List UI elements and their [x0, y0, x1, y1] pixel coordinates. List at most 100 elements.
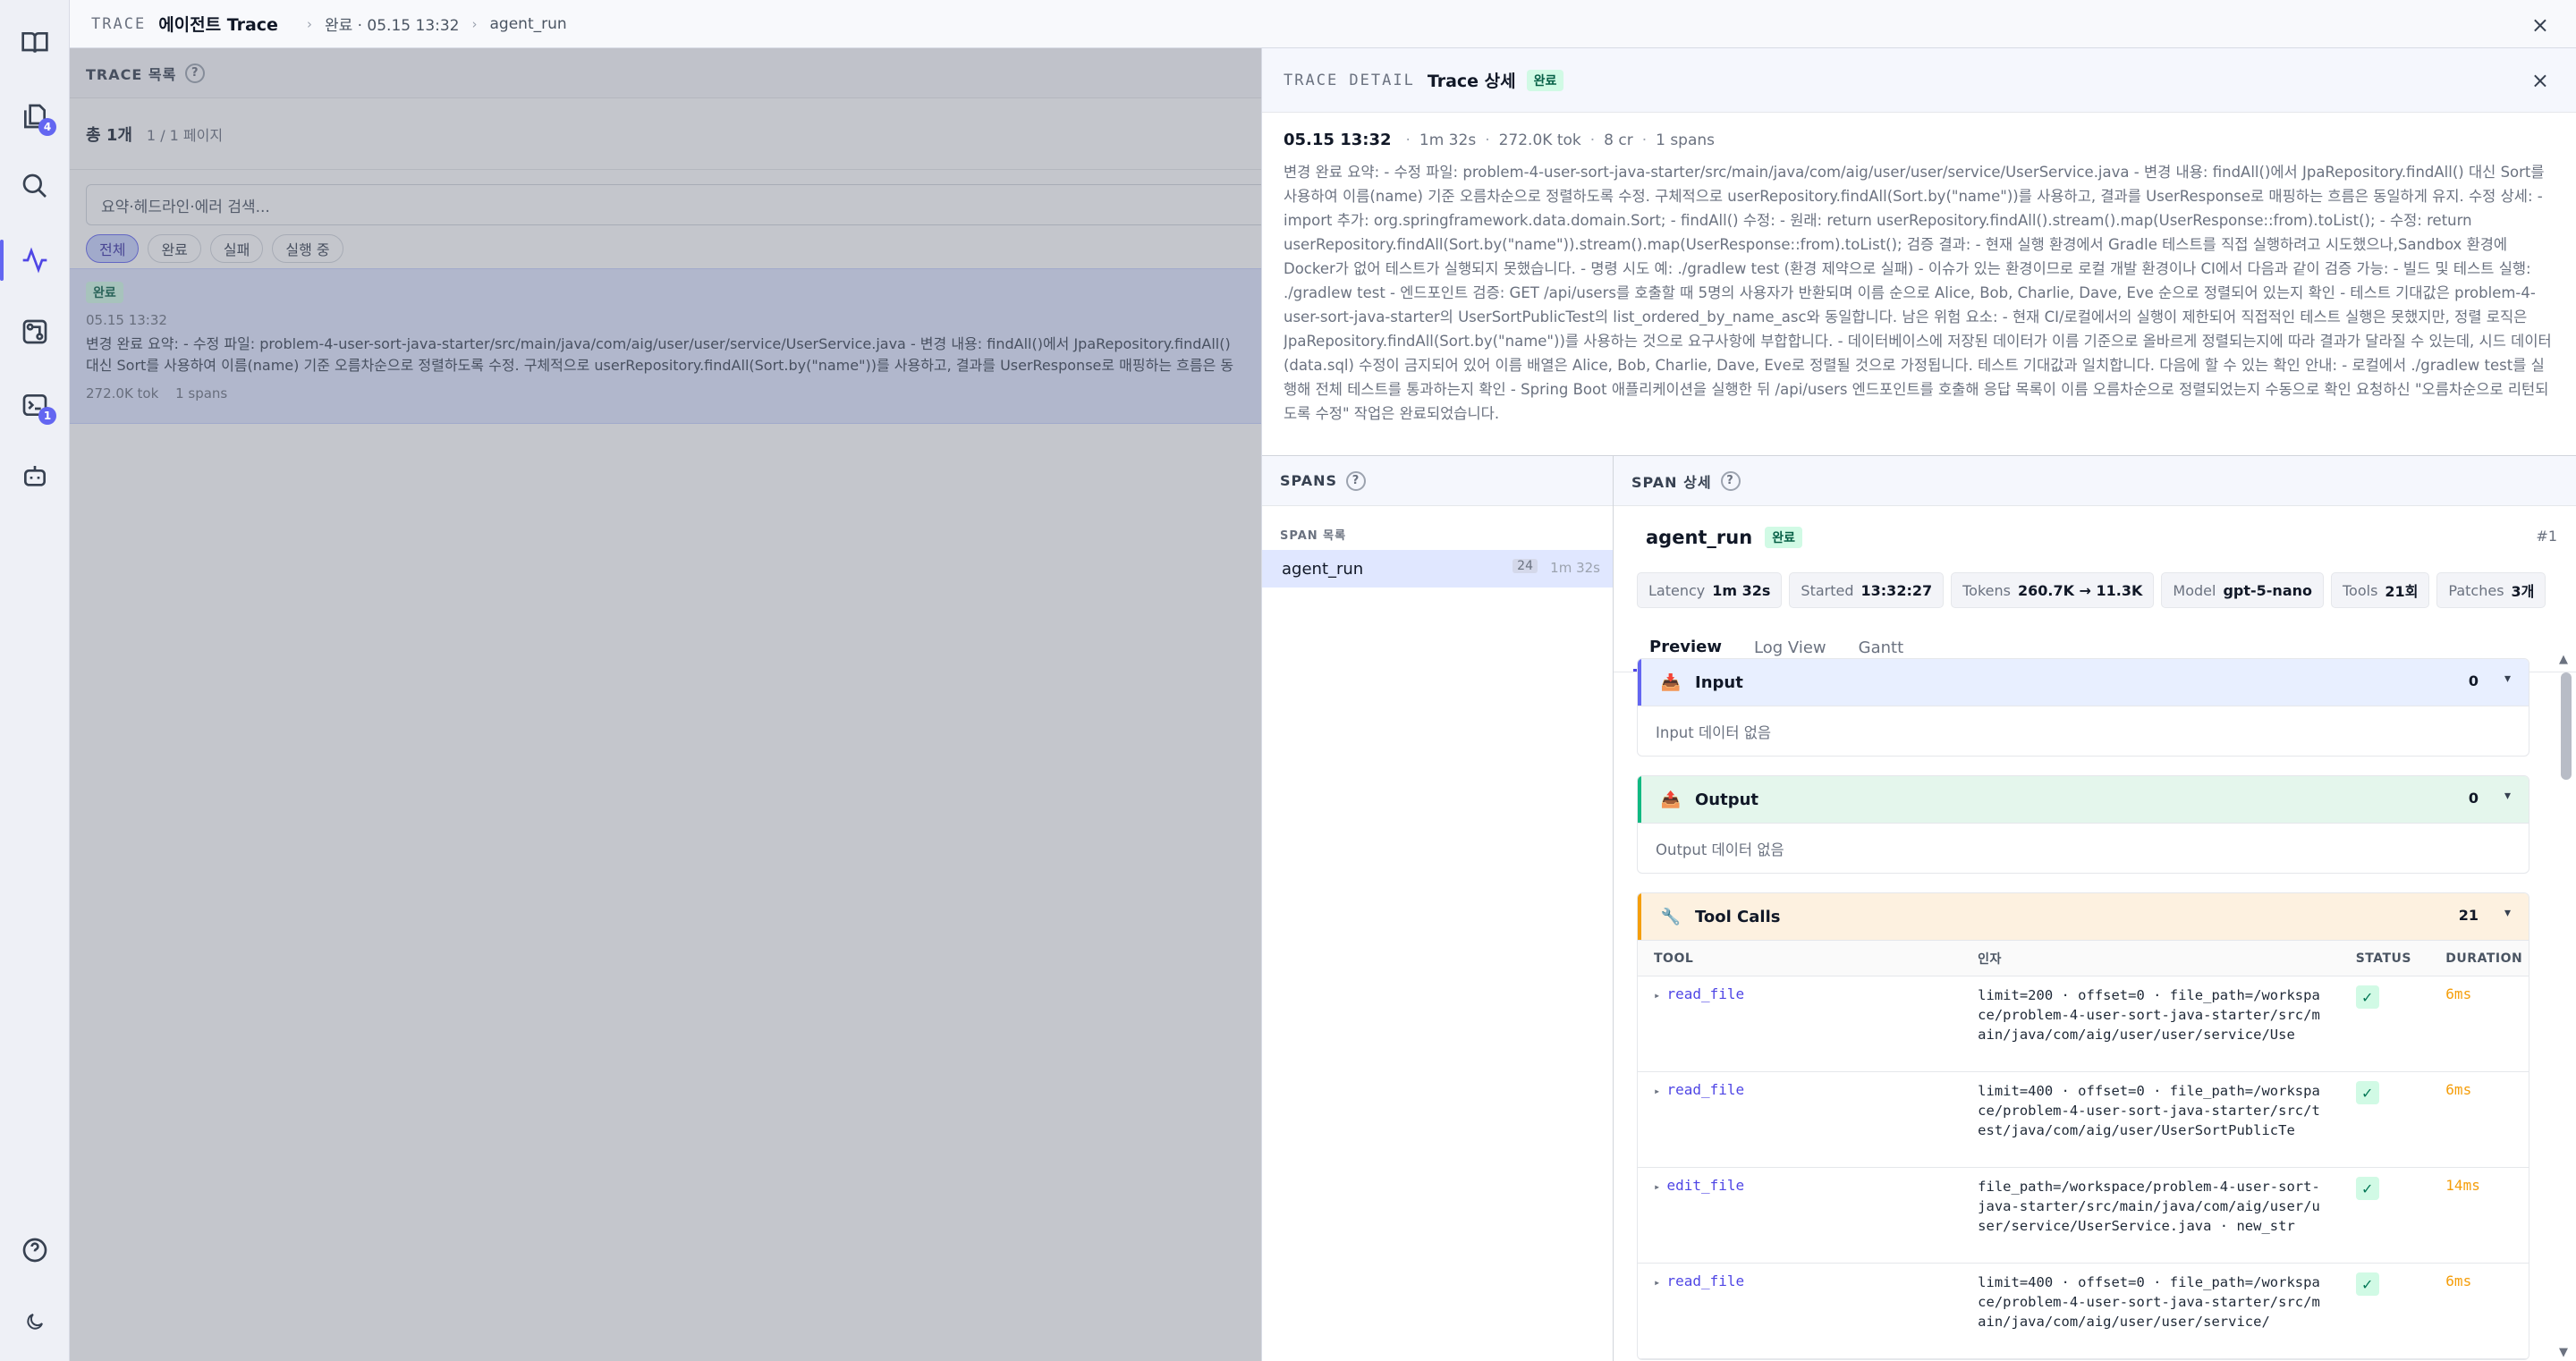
tool-calls-table: TOOL 인자 STATUS DURATION read_file limit=…	[1638, 940, 2529, 1359]
breadcrumb-span[interactable]: agent_run	[490, 15, 567, 33]
tool-calls-card: 🔧 Tool Calls 21 ▾ TOOL 인자 STATUS DURATIO…	[1637, 892, 2529, 1360]
tool-name[interactable]: read_file	[1638, 1263, 1962, 1359]
scrollbar[interactable]: ▲ ▼	[2559, 653, 2572, 1359]
tool-name[interactable]: edit_file	[1638, 1167, 1962, 1264]
input-count: 0	[2468, 672, 2479, 689]
top-bar: TRACE 에이전트 Trace › 완료 · 05.15 13:32 › ag…	[70, 0, 2576, 48]
trace-detail-header: TRACE DETAIL Trace 상세 완료 ×	[1262, 48, 2576, 113]
stat-latency: Latency 1m 32s	[1637, 572, 1783, 608]
span-duration: 1m 32s	[1550, 560, 1600, 576]
check-icon: ✓	[2355, 1272, 2379, 1296]
stat-model: Model gpt-5-nano	[2161, 572, 2324, 608]
input-card: 📥 Input 0 ▾ Input 데이터 없음	[1637, 658, 2529, 757]
chevron-down-icon[interactable]: ▾	[2504, 789, 2511, 803]
tool-calls-header[interactable]: 🔧 Tool Calls 21 ▾	[1638, 893, 2529, 940]
output-icon: 📤	[1660, 790, 1682, 809]
trace-span-count: 1 spans	[1656, 131, 1716, 149]
active-indicator	[0, 240, 4, 281]
stat-tools: Tools 21회	[2331, 572, 2430, 608]
spans-title: SPANS	[1280, 472, 1338, 489]
help-icon[interactable]: ?	[1346, 470, 1367, 491]
help-icon[interactable]: ?	[1720, 470, 1741, 491]
input-icon: 📥	[1660, 672, 1682, 692]
terminal-icon[interactable]: 1	[19, 389, 56, 425]
span-name: agent_run	[1282, 559, 1364, 579]
terminal-badge: 1	[38, 407, 56, 425]
book-icon[interactable]	[19, 27, 51, 59]
tool-duration: 6ms	[2429, 976, 2529, 1072]
trace-datetime: 05.15 13:32	[1284, 131, 1392, 149]
chevron-down-icon[interactable]: ▾	[2504, 906, 2511, 920]
status-badge: 완료	[1765, 527, 1802, 548]
spans-header: SPANS ?	[1262, 456, 1613, 506]
breadcrumb-status[interactable]: 완료 · 05.15 13:32	[325, 13, 460, 35]
scroll-down-icon[interactable]: ▼	[2559, 1346, 2568, 1359]
input-card-header[interactable]: 📥 Input 0 ▾	[1638, 659, 2529, 706]
col-tool: TOOL	[1638, 940, 1962, 976]
page-title: 에이전트 Trace	[158, 15, 278, 35]
status-badge: 완료	[1526, 69, 1564, 91]
span-name: agent_run	[1646, 527, 1753, 548]
help-icon[interactable]	[19, 1234, 51, 1266]
trace-duration: 1m 32s	[1419, 131, 1477, 149]
tool-calls-count: 21	[2458, 907, 2479, 924]
table-row[interactable]: read_file limit=200 · offset=0 · file_pa…	[1638, 976, 2529, 1072]
tool-args: file_path=/workspace/problem-4-user-sort…	[1962, 1167, 2340, 1264]
table-header-row: TOOL 인자 STATUS DURATION	[1638, 940, 2529, 976]
span-count-badge: 24	[1513, 559, 1538, 573]
tool-calls-title: Tool Calls	[1695, 907, 1781, 926]
span-item[interactable]: agent_run 24 1m 32s	[1262, 550, 1613, 588]
table-row[interactable]: read_file limit=400 · offset=0 · file_pa…	[1638, 1263, 2529, 1359]
input-empty: Input 데이터 없음	[1638, 706, 2529, 756]
span-index: #1	[2536, 528, 2557, 545]
check-icon: ✓	[2355, 1177, 2379, 1200]
chevron-down-icon[interactable]: ▾	[2504, 672, 2511, 686]
breadcrumb-separator: ›	[471, 15, 478, 32]
output-card: 📤 Output 0 ▾ Output 데이터 없음	[1637, 775, 2529, 874]
scrollbar-thumb[interactable]	[2561, 672, 2572, 780]
tool-args: limit=200 · offset=0 · file_path=/worksp…	[1962, 976, 2340, 1072]
preview-content: 📥 Input 0 ▾ Input 데이터 없음 📤 Output 0 ▾ Ou…	[1614, 644, 2576, 1361]
trace-meta-line: 05.15 13:32 · 1m 32s · 272.0K tok · 8 cr…	[1284, 131, 1716, 149]
files-icon[interactable]: 4	[19, 100, 56, 136]
trace-summary-text: 변경 완료 요약: - 수정 파일: problem-4-user-sort-j…	[1284, 164, 2552, 422]
bot-icon[interactable]	[19, 461, 51, 493]
trace-credits: 8 cr	[1604, 131, 1633, 149]
col-duration: DURATION	[2429, 940, 2529, 976]
close-icon[interactable]: ×	[2531, 68, 2549, 93]
table-row[interactable]: edit_file file_path=/workspace/problem-4…	[1638, 1167, 2529, 1264]
trace-detail-panel: TRACE DETAIL Trace 상세 완료 × 05.15 13:32 ·…	[1261, 48, 2576, 1361]
tool-args: limit=400 · offset=0 · file_path=/worksp…	[1962, 1071, 2340, 1168]
tool-name[interactable]: read_file	[1638, 976, 1962, 1072]
check-icon: ✓	[2355, 1081, 2379, 1104]
close-icon[interactable]: ×	[2531, 13, 2549, 38]
output-card-header[interactable]: 📤 Output 0 ▾	[1638, 776, 2529, 823]
wrench-icon: 🔧	[1660, 907, 1682, 926]
workflow-icon[interactable]	[19, 316, 51, 348]
scroll-up-icon[interactable]: ▲	[2559, 653, 2568, 666]
detail-title: Trace 상세	[1427, 72, 1516, 91]
output-title: Output	[1695, 790, 1759, 809]
files-badge: 4	[38, 118, 56, 136]
tool-name[interactable]: read_file	[1638, 1071, 1962, 1168]
table-row[interactable]: read_file limit=400 · offset=0 · file_pa…	[1638, 1071, 2529, 1168]
check-icon: ✓	[2355, 985, 2379, 1009]
span-list-label: SPAN 목록	[1280, 529, 1347, 543]
trace-summary-section: 05.15 13:32 · 1m 32s · 272.0K tok · 8 cr…	[1262, 113, 2576, 456]
input-title: Input	[1695, 672, 1743, 692]
tool-args: limit=400 · offset=0 · file_path=/worksp…	[1962, 1263, 2340, 1359]
moon-icon[interactable]	[19, 1306, 51, 1338]
span-detail-title: SPAN 상세	[1631, 473, 1712, 491]
span-detail-header: SPAN 상세 ?	[1614, 456, 2576, 506]
search-icon[interactable]	[19, 170, 51, 202]
detail-kicker: TRACE DETAIL	[1284, 71, 1415, 89]
span-title-row: agent_run 완료 #1	[1614, 506, 2576, 569]
activity-icon[interactable]	[19, 244, 51, 276]
col-args: 인자	[1962, 940, 2340, 976]
output-empty: Output 데이터 없음	[1638, 823, 2529, 873]
spans-panel: SPANS ? SPAN 목록 agent_run 24 1m 32s	[1262, 456, 1614, 1361]
span-detail-panel: SPAN 상세 ? agent_run 완료 #1 Latency 1m 32s …	[1614, 456, 2576, 1361]
trace-tokens: 272.0K tok	[1498, 131, 1581, 149]
col-status: STATUS	[2339, 940, 2430, 976]
modal-backdrop[interactable]	[70, 48, 1261, 1361]
